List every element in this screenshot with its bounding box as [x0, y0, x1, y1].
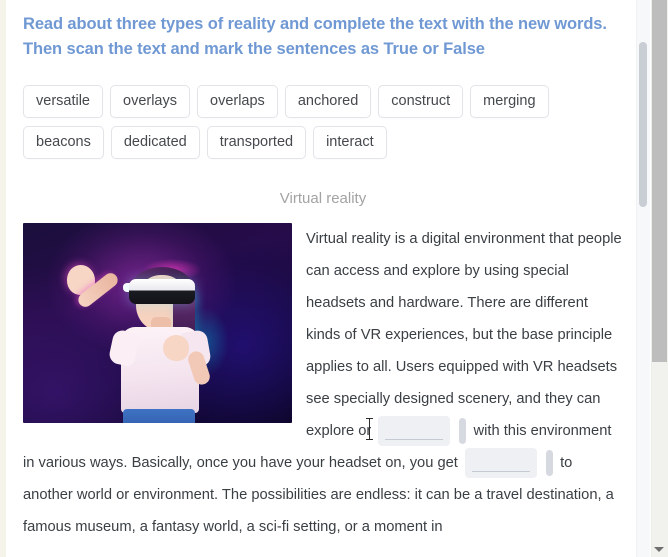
hand-right	[163, 335, 189, 361]
word-chip-overlaps[interactable]: overlaps	[197, 85, 278, 118]
blank-1-dropzone[interactable]	[378, 416, 451, 447]
scroll-down-arrow-icon[interactable]	[654, 547, 664, 552]
jeans	[123, 409, 195, 423]
reading-passage: Virtual reality is a digital environment…	[23, 223, 623, 543]
vr-headset	[129, 279, 195, 304]
word-chip-transported[interactable]: transported	[206, 126, 307, 159]
word-bank: versatile overlays overlaps anchored con…	[23, 85, 623, 159]
word-chip-merging[interactable]: merging	[470, 85, 549, 118]
page-scrollbar-thumb[interactable]	[652, 0, 667, 362]
blank-2[interactable]	[464, 448, 553, 479]
exercise-screen: Read about three types of reality and co…	[0, 0, 668, 557]
word-chip-versatile[interactable]: versatile	[23, 85, 103, 118]
blank-1[interactable]	[378, 416, 467, 447]
inner-panel-scrollbar-thumb[interactable]	[639, 42, 647, 207]
task-instruction-heading: Read about three types of reality and co…	[23, 15, 607, 58]
vr-headset-photo	[23, 223, 292, 423]
blank-1-handle[interactable]	[459, 418, 467, 445]
word-chip-construct[interactable]: construct	[378, 85, 464, 118]
exercise-content-panel: Read about three types of reality and co…	[6, 0, 634, 557]
word-chip-dedicated[interactable]: dedicated	[110, 126, 200, 159]
word-chip-overlays[interactable]: overlays	[110, 85, 190, 118]
page-scrollbar-track[interactable]	[651, 0, 668, 557]
word-chip-anchored[interactable]: anchored	[284, 85, 372, 118]
word-chip-beacons[interactable]: beacons	[23, 126, 104, 159]
blank-2-handle[interactable]	[545, 450, 553, 477]
blank-2-dropzone[interactable]	[464, 448, 537, 479]
passage-text-part-1: Virtual reality is a digital environment…	[306, 231, 622, 439]
word-chip-interact[interactable]: interact	[313, 126, 387, 159]
text-cursor-caret	[366, 418, 373, 440]
section-title: Virtual reality	[279, 190, 367, 207]
